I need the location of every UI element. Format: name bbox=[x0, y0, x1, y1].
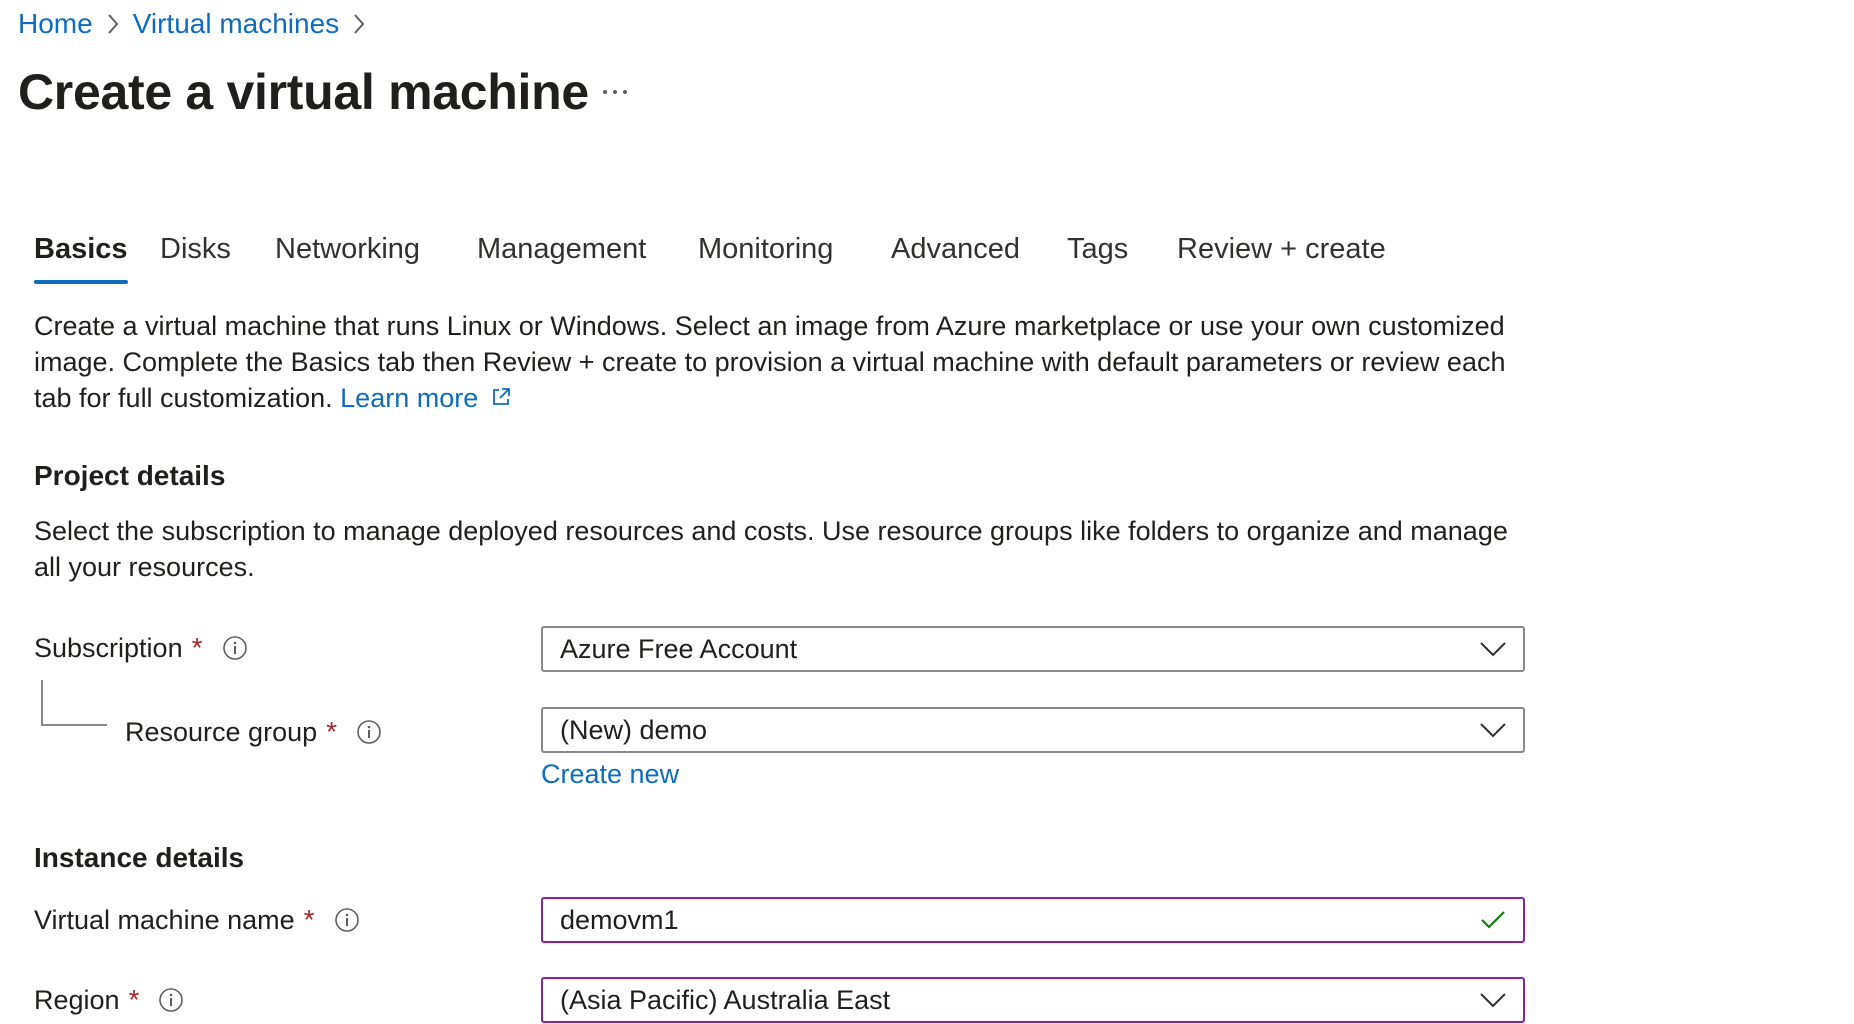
resource-group-label: Resource group bbox=[125, 717, 318, 747]
checkmark-icon bbox=[1463, 899, 1523, 941]
learn-more-link[interactable]: Learn more bbox=[340, 383, 512, 413]
external-link-icon bbox=[492, 388, 510, 405]
resource-group-label-row: Resource group * bbox=[125, 712, 383, 752]
subscription-dropdown[interactable]: Azure Free Account bbox=[541, 626, 1525, 672]
subscription-value: Azure Free Account bbox=[560, 633, 798, 664]
chevron-down-icon bbox=[1463, 979, 1523, 1021]
resource-group-dropdown[interactable]: (New) demo bbox=[541, 707, 1525, 753]
tab-basics[interactable]: Basics bbox=[34, 226, 128, 284]
vm-name-value: demovm1 bbox=[560, 904, 679, 935]
create-new-resource-group-link[interactable]: Create new bbox=[541, 754, 679, 794]
chevron-down-icon bbox=[1463, 709, 1523, 751]
tree-connector-vertical bbox=[41, 680, 43, 726]
chevron-down-icon bbox=[1463, 628, 1523, 670]
region-label: Region bbox=[34, 985, 120, 1015]
project-details-description: Select the subscription to manage deploy… bbox=[34, 516, 1508, 582]
page-title: Create a virtual machine bbox=[18, 64, 589, 120]
more-options-button[interactable] bbox=[594, 74, 636, 110]
intro-description: Create a virtual machine that runs Linux… bbox=[34, 311, 1506, 413]
vm-name-label: Virtual machine name bbox=[34, 905, 295, 935]
tab-disks[interactable]: Disks bbox=[160, 226, 231, 272]
info-icon[interactable] bbox=[157, 986, 185, 1014]
vm-name-label-row: Virtual machine name * bbox=[34, 900, 361, 940]
breadcrumb: Home Virtual machines bbox=[18, 4, 379, 44]
subscription-label-row: Subscription * bbox=[34, 628, 249, 668]
active-tab-indicator bbox=[34, 280, 128, 284]
subscription-label: Subscription bbox=[34, 633, 183, 663]
breadcrumb-home-link[interactable]: Home bbox=[18, 4, 93, 44]
chevron-right-icon bbox=[339, 4, 379, 44]
tree-connector-horizontal bbox=[41, 724, 107, 726]
vm-name-input[interactable]: demovm1 bbox=[541, 897, 1525, 943]
info-icon[interactable] bbox=[221, 634, 249, 662]
required-marker: * bbox=[191, 632, 203, 663]
tab-management[interactable]: Management bbox=[477, 226, 646, 272]
region-label-row: Region * bbox=[34, 980, 185, 1020]
chevron-right-icon bbox=[93, 4, 133, 44]
info-icon[interactable] bbox=[333, 906, 361, 934]
intro-text: Create a virtual machine that runs Linux… bbox=[34, 308, 1534, 416]
required-marker: * bbox=[303, 904, 315, 935]
tab-basics-label: Basics bbox=[34, 233, 128, 265]
required-marker: * bbox=[326, 716, 338, 747]
learn-more-label: Learn more bbox=[340, 383, 479, 413]
required-marker: * bbox=[128, 984, 140, 1015]
tab-networking[interactable]: Networking bbox=[275, 226, 420, 272]
breadcrumb-virtual-machines-link[interactable]: Virtual machines bbox=[133, 4, 339, 44]
tab-advanced[interactable]: Advanced bbox=[891, 226, 1020, 272]
info-icon[interactable] bbox=[355, 718, 383, 746]
instance-details-heading: Instance details bbox=[34, 842, 245, 873]
tab-review-create[interactable]: Review + create bbox=[1177, 226, 1386, 272]
ellipsis-icon bbox=[603, 90, 627, 94]
tab-tags[interactable]: Tags bbox=[1067, 226, 1128, 272]
project-details-heading: Project details bbox=[34, 460, 226, 491]
region-value: (Asia Pacific) Australia East bbox=[560, 984, 891, 1015]
resource-group-value: (New) demo bbox=[560, 714, 708, 745]
region-dropdown[interactable]: (Asia Pacific) Australia East bbox=[541, 977, 1525, 1023]
tab-monitoring[interactable]: Monitoring bbox=[698, 226, 833, 272]
